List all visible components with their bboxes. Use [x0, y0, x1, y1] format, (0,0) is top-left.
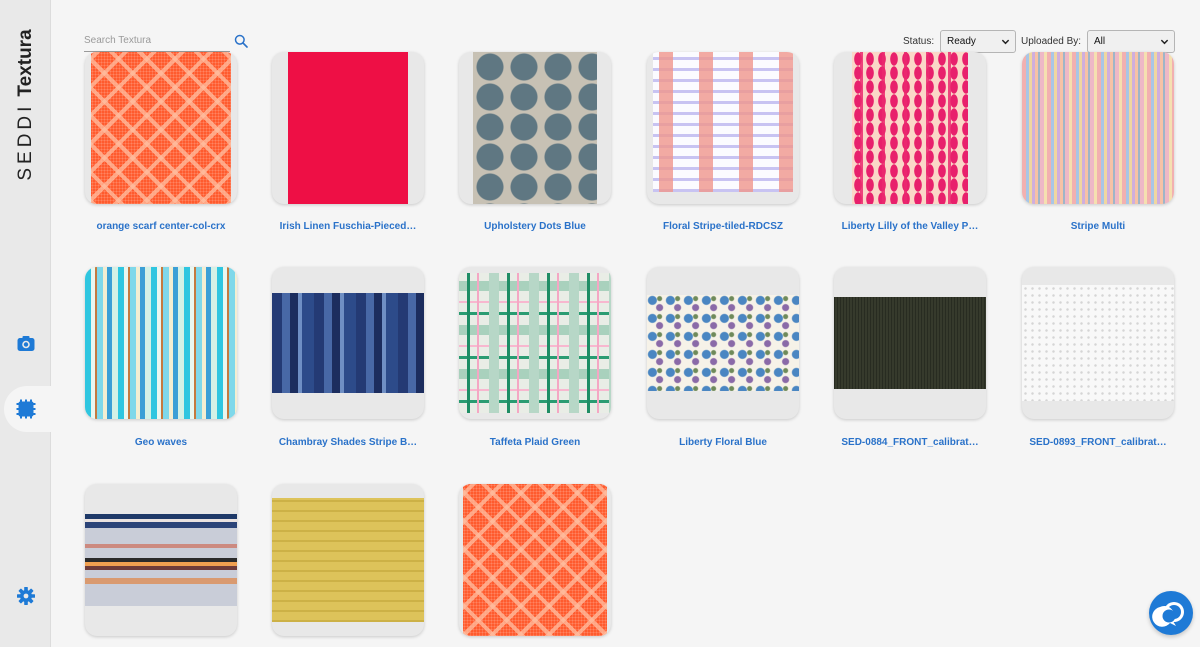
- material-thumbnail: [463, 484, 607, 636]
- material-thumbnail: [834, 297, 986, 389]
- material-name[interactable]: Upholstery Dots Blue: [450, 221, 620, 232]
- material-thumbnail: [653, 52, 793, 192]
- fabric-swatch-icon[interactable]: [16, 399, 36, 419]
- material-thumbnail: [473, 52, 597, 204]
- search-icon[interactable]: [234, 34, 248, 48]
- material-thumbnail: [852, 52, 968, 204]
- chevron-down-icon: [1160, 39, 1169, 45]
- sidebar: SEDDI Textura: [0, 0, 51, 647]
- uploaded-by-select-value: All: [1094, 36, 1106, 47]
- material-card[interactable]: [459, 484, 611, 636]
- material-thumbnail: [91, 52, 231, 204]
- chat-button[interactable]: [1149, 591, 1193, 635]
- uploaded-by-label: Uploaded By:: [1021, 36, 1082, 47]
- material-thumbnail: [1022, 52, 1174, 204]
- material-name[interactable]: Taffeta Plaid Green: [450, 437, 620, 448]
- chevron-down-icon: [1001, 39, 1010, 45]
- material-card[interactable]: [647, 267, 799, 419]
- material-name[interactable]: Geo waves: [76, 437, 246, 448]
- material-card[interactable]: [272, 484, 424, 636]
- material-thumbnail: [272, 498, 424, 622]
- material-name[interactable]: orange scarf center-col-crx: [76, 221, 246, 232]
- material-thumbnail: [272, 293, 424, 393]
- app-logo: SEDDI Textura: [14, 29, 38, 181]
- material-card[interactable]: [85, 52, 237, 204]
- gear-icon[interactable]: [16, 586, 36, 606]
- chat-icon: [1152, 602, 1184, 627]
- material-card[interactable]: [647, 52, 799, 204]
- material-name[interactable]: Liberty Lilly of the Valley P…: [825, 221, 995, 232]
- material-card[interactable]: [834, 52, 986, 204]
- material-thumbnail: [647, 295, 799, 391]
- search-input[interactable]: [84, 30, 230, 51]
- material-card[interactable]: [85, 484, 237, 636]
- material-name[interactable]: Irish Linen Fuschia-Pieced…: [263, 221, 433, 232]
- material-card[interactable]: [834, 267, 986, 419]
- material-name[interactable]: SED-0884_FRONT_calibrat…: [825, 437, 995, 448]
- material-card[interactable]: [1022, 52, 1174, 204]
- material-name[interactable]: Chambray Shades Stripe B…: [263, 437, 433, 448]
- logo-bold-text: Textura: [15, 29, 36, 97]
- material-name[interactable]: Floral Stripe-tiled-RDCSZ: [638, 221, 808, 232]
- material-thumbnail: [288, 52, 408, 204]
- material-card[interactable]: [272, 267, 424, 419]
- material-name[interactable]: Liberty Floral Blue: [638, 437, 808, 448]
- material-card[interactable]: [1022, 267, 1174, 419]
- material-thumbnail: [85, 514, 237, 606]
- material-card[interactable]: [272, 52, 424, 204]
- material-thumbnail: [1022, 285, 1174, 401]
- logo-light-text: SEDDI: [15, 102, 36, 181]
- status-select[interactable]: Ready: [940, 30, 1016, 53]
- camera-icon[interactable]: [16, 334, 36, 354]
- material-name[interactable]: Stripe Multi: [1013, 221, 1183, 232]
- status-select-value: Ready: [947, 36, 976, 47]
- search-field: [84, 30, 230, 52]
- material-name[interactable]: SED-0893_FRONT_calibrat…: [1013, 437, 1183, 448]
- uploaded-by-select[interactable]: All: [1087, 30, 1175, 53]
- material-card[interactable]: [459, 52, 611, 204]
- material-thumbnail: [85, 267, 237, 419]
- material-card[interactable]: [85, 267, 237, 419]
- material-thumbnail: [459, 273, 611, 413]
- status-label: Status:: [903, 36, 935, 47]
- material-card[interactable]: [459, 267, 611, 419]
